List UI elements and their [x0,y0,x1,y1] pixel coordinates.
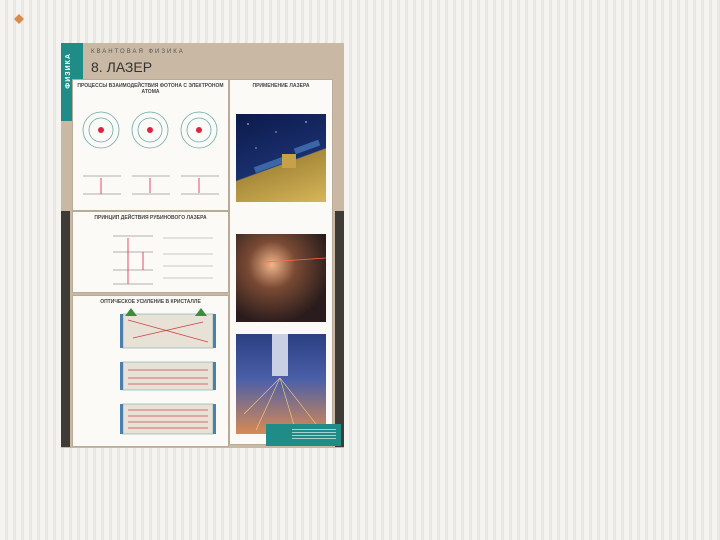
corner-mark-icon [14,14,24,24]
processes-heading: ПРОЦЕССЫ ВЗАИМОДЕЙСТВИЯ ФОТОНА С ЭЛЕКТРО… [77,83,224,95]
energy-level-diagram [113,235,213,285]
crystal-diagrams [120,308,216,435]
atom-diagrams [82,111,219,195]
amplification-heading: ОПТИЧЕСКОЕ УСИЛЕНИЕ В КРИСТАЛЛЕ [100,299,201,305]
processes-panel: ПРОЦЕССЫ ВЗАИМОДЕЙСТВИЯ ФОТОНА С ЭЛЕКТРО… [72,79,229,211]
applications-panel: ПРИМЕНЕНИЕ ЛАЗЕРА [229,79,333,445]
ruby-laser-heading: ПРИНЦИП ДЕЙСТВИЯ РУБИНОВОГО ЛАЗЕРА [94,215,207,221]
poster-right-strip [335,211,344,447]
amplification-panel: ОПТИЧЕСКОЕ УСИЛЕНИЕ В КРИСТАЛЛЕ [72,295,229,447]
poster-title: 8. ЛАЗЕР [91,59,153,75]
applications-heading: ПРИМЕНЕНИЕ ЛАЗЕРА [252,83,310,89]
ruby-laser-panel: ПРИНЦИП ДЕЙСТВИЯ РУБИНОВОГО ЛАЗЕРА [72,211,229,293]
publisher-logo [266,424,341,446]
poster-image: ФИЗИКА КВАНТОВАЯ ФИЗИКА 8. ЛАЗЕР ПРОЦЕСС… [61,43,344,448]
poster-left-strip [61,211,70,447]
laser-sight-photo [236,234,327,322]
satellite-photo [236,114,326,202]
poster-top-label: КВАНТОВАЯ ФИЗИКА [91,49,185,55]
laser-cutting-photo [236,334,326,434]
